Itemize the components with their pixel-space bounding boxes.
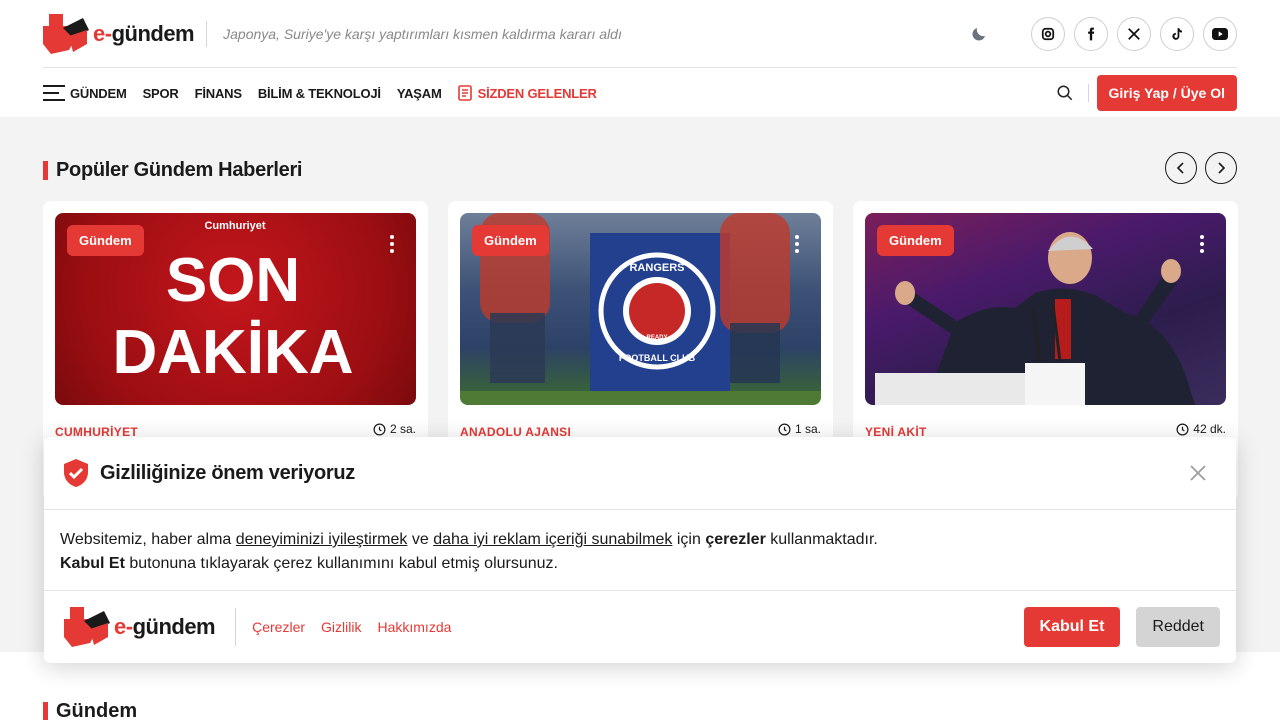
category-badge[interactable]: Gündem — [67, 225, 144, 256]
cookie-dialog-body: Websitemiz, haber alma deneyiminizi iyil… — [44, 510, 1236, 591]
image-brand-text: Cumhuriyet — [204, 220, 265, 232]
reject-button[interactable]: Reddet — [1136, 607, 1220, 647]
shield-check-icon — [64, 459, 88, 487]
nav-divider — [1087, 84, 1089, 102]
nav-item-yasam[interactable]: YAŞAM — [397, 86, 442, 101]
top-header: e-gündem Japonya, Suriye'ye karşı yaptır… — [43, 0, 1237, 68]
site-logo[interactable]: e-gündem — [43, 13, 195, 54]
image-headline-line2: DAKİKA — [112, 318, 353, 387]
header-divider — [206, 20, 208, 47]
footer-logo: e-gündem — [64, 607, 216, 647]
news-image[interactable]: RANGERS FOOTBALL CLUB READY Gündem — [460, 213, 821, 405]
nav-item-label: SİZDEN GELENLER — [477, 85, 597, 101]
privacy-link[interactable]: Gizlilik — [321, 619, 361, 635]
title-accent-bar — [43, 702, 48, 720]
image-headline-line1: SON — [166, 246, 300, 315]
better-ads-link[interactable]: daha iyi reklam içeriği sunabilmek — [433, 531, 672, 548]
accept-button[interactable]: Kabul Et — [1023, 607, 1121, 647]
title-accent-bar — [43, 161, 48, 180]
cookie-consent-dialog: Gizliliğinize önem veriyoruz Websitemiz,… — [44, 437, 1236, 663]
clock-icon — [373, 423, 386, 435]
nav-item-finans[interactable]: FİNANS — [195, 86, 242, 101]
cookie-dialog-header: Gizliliğinize önem veriyoruz — [44, 437, 1236, 510]
time-text: 1 sa. — [794, 422, 821, 436]
logo-text: e-gündem — [114, 614, 216, 639]
news-time: 2 sa. — [373, 422, 416, 436]
cookie-text-line2: Kabul Et butonuna tıklayarak çerez kulla… — [60, 555, 558, 572]
section-title-gundem: Gündem — [43, 700, 137, 720]
news-time: 1 sa. — [778, 422, 821, 436]
nav-item-sizden-gelenler[interactable]: SİZDEN GELENLER — [457, 85, 597, 101]
logo-mark-icon — [64, 607, 110, 647]
more-options-icon[interactable] — [1200, 235, 1206, 253]
news-time: 42 dk. — [1176, 422, 1226, 436]
cookie-dialog-footer: e-gündem Çerezler Gizlilik Hakkımızda Ka… — [44, 591, 1236, 663]
more-options-icon[interactable] — [795, 235, 801, 253]
nav-item-spor[interactable]: SPOR — [143, 86, 179, 101]
logo-text: e-gündem — [93, 20, 195, 46]
facebook-icon[interactable] — [1074, 16, 1108, 51]
news-ticker[interactable]: Japonya, Suriye'ye karşı yaptırımları kı… — [223, 26, 622, 42]
image-crest-bottom-text: FOOTBALL CLUB — [619, 353, 696, 363]
cookie-dialog-title: Gizliliğinize önem veriyoruz — [100, 461, 355, 484]
youtube-icon[interactable] — [1203, 16, 1237, 51]
main-nav: GÜNDEM SPOR FİNANS BİLİM & TEKNOLOJİ YAŞ… — [43, 69, 1237, 117]
instagram-icon[interactable] — [1031, 16, 1065, 51]
news-image[interactable]: Cumhuriyet SON DAKİKA Gündem — [55, 213, 416, 405]
close-icon[interactable] — [1186, 461, 1210, 485]
chevron-right-icon[interactable] — [1205, 152, 1237, 184]
category-badge[interactable]: Gündem — [472, 225, 549, 256]
menu-icon[interactable] — [43, 85, 65, 101]
nav-item-gundem[interactable]: GÜNDEM — [70, 86, 127, 101]
clock-icon — [778, 423, 791, 435]
time-text: 42 dk. — [1193, 422, 1226, 436]
cookies-link[interactable]: Çerezler — [252, 619, 305, 635]
cookie-text-line1: Websitemiz, haber alma deneyiminizi iyil… — [60, 531, 878, 548]
category-badge[interactable]: Gündem — [877, 225, 954, 256]
clock-icon — [1176, 423, 1189, 435]
nav-item-bilim-teknoloji[interactable]: BİLİM & TEKNOLOJİ — [258, 86, 381, 101]
image-crest-ready-text: READY — [646, 335, 667, 341]
login-button[interactable]: Giriş Yap / Üye Ol — [1096, 75, 1237, 111]
section-title-text: Gündem — [56, 700, 138, 720]
carousel-arrows — [1165, 152, 1237, 184]
search-icon[interactable] — [1050, 78, 1080, 108]
improve-experience-link[interactable]: deneyiminizi iyileştirmek — [236, 531, 408, 548]
moon-icon[interactable] — [962, 17, 996, 51]
logo-mark-icon — [43, 13, 89, 54]
section-title-text: Popüler Gündem Haberleri — [56, 159, 303, 181]
more-options-icon[interactable] — [390, 235, 396, 253]
tiktok-icon[interactable] — [1160, 16, 1194, 51]
chevron-left-icon[interactable] — [1165, 152, 1197, 184]
image-crest-top-text: RANGERS — [629, 262, 684, 274]
news-image[interactable]: Gündem — [865, 213, 1226, 405]
section-title-popular: Popüler Gündem Haberleri — [43, 159, 303, 182]
footer-divider — [235, 608, 237, 646]
time-text: 2 sa. — [389, 422, 416, 436]
about-link[interactable]: Hakkımızda — [377, 619, 451, 635]
x-icon[interactable] — [1117, 16, 1151, 51]
document-icon — [457, 85, 472, 101]
